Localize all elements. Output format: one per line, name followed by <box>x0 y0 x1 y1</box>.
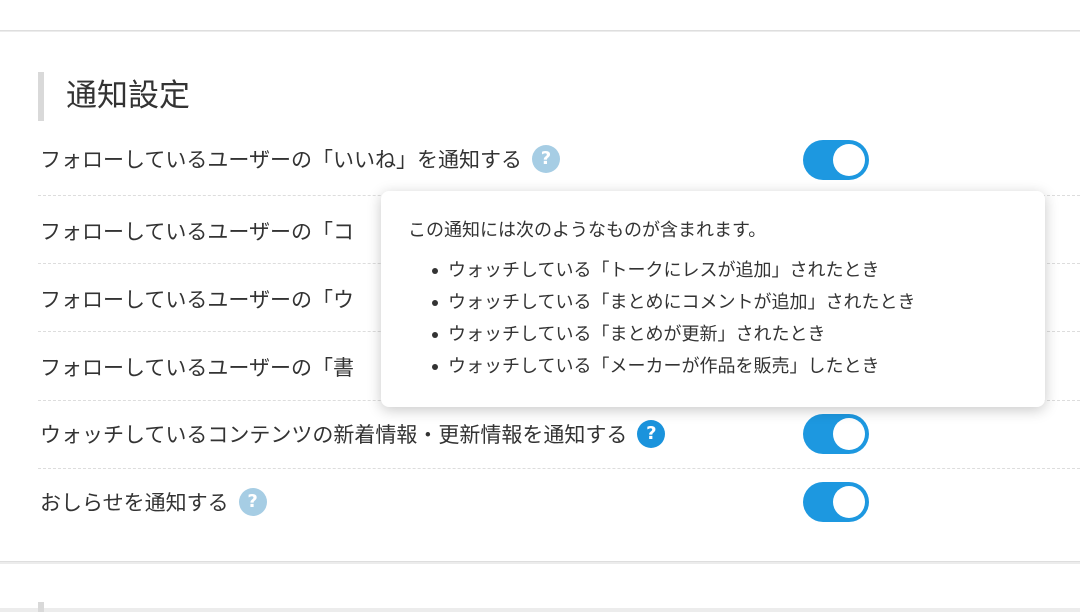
toggle-knob <box>833 418 865 450</box>
next-section-title-accent <box>38 602 44 612</box>
setting-label: おしらせを通知する <box>40 491 229 515</box>
bullet-icon <box>432 332 438 338</box>
setting-label: フォローしているユーザーの「書 <box>40 356 354 380</box>
tooltip-list-item: ウォッチしている「トークにレスが追加」されたとき <box>432 255 915 287</box>
toggle-switch[interactable] <box>803 414 869 454</box>
question-circle-icon[interactable]: ? <box>637 420 666 448</box>
setting-row-likes: フォローしているユーザーの「いいね」を通知する? <box>38 122 1080 196</box>
section-title: 通知設定 <box>38 72 190 121</box>
question-circle-icon[interactable]: ? <box>531 145 560 173</box>
tooltip-list: ウォッチしている「トークにレスが追加」されたとき ウォッチしている「まとめにコメ… <box>432 255 915 383</box>
setting-row-watch-contents: ウォッチしているコンテンツの新着情報・更新情報を通知する? <box>38 401 1080 469</box>
previous-section-panel <box>0 0 1080 31</box>
question-circle-icon[interactable]: ? <box>238 488 267 516</box>
setting-label: フォローしているユーザーの「いいね」を通知する <box>40 148 522 172</box>
bullet-icon <box>432 300 438 306</box>
tooltip-intro: この通知には次のようなものが含まれます。 <box>408 220 767 241</box>
setting-label: フォローしているユーザーの「ウ <box>40 288 354 312</box>
help-tooltip: この通知には次のようなものが含まれます。 ウォッチしている「トークにレスが追加」… <box>381 191 1045 407</box>
toggle-switch[interactable] <box>803 140 869 180</box>
tooltip-list-item: ウォッチしている「メーカーが作品を販売」したとき <box>432 351 915 383</box>
setting-label: ウォッチしているコンテンツの新着情報・更新情報を通知する <box>40 423 628 447</box>
tooltip-list-item: ウォッチしている「まとめが更新」されたとき <box>432 319 915 351</box>
setting-row-announcements: おしらせを通知する? <box>38 469 1080 537</box>
toggle-knob <box>833 486 865 518</box>
toggle-switch[interactable] <box>803 482 869 522</box>
toggle-knob <box>833 144 865 176</box>
next-section-panel <box>0 564 1080 612</box>
bullet-icon <box>432 268 438 274</box>
setting-label: フォローしているユーザーの「コ <box>40 220 354 244</box>
tooltip-list-item: ウォッチしている「まとめにコメントが追加」されたとき <box>432 287 915 319</box>
bullet-icon <box>432 364 438 370</box>
